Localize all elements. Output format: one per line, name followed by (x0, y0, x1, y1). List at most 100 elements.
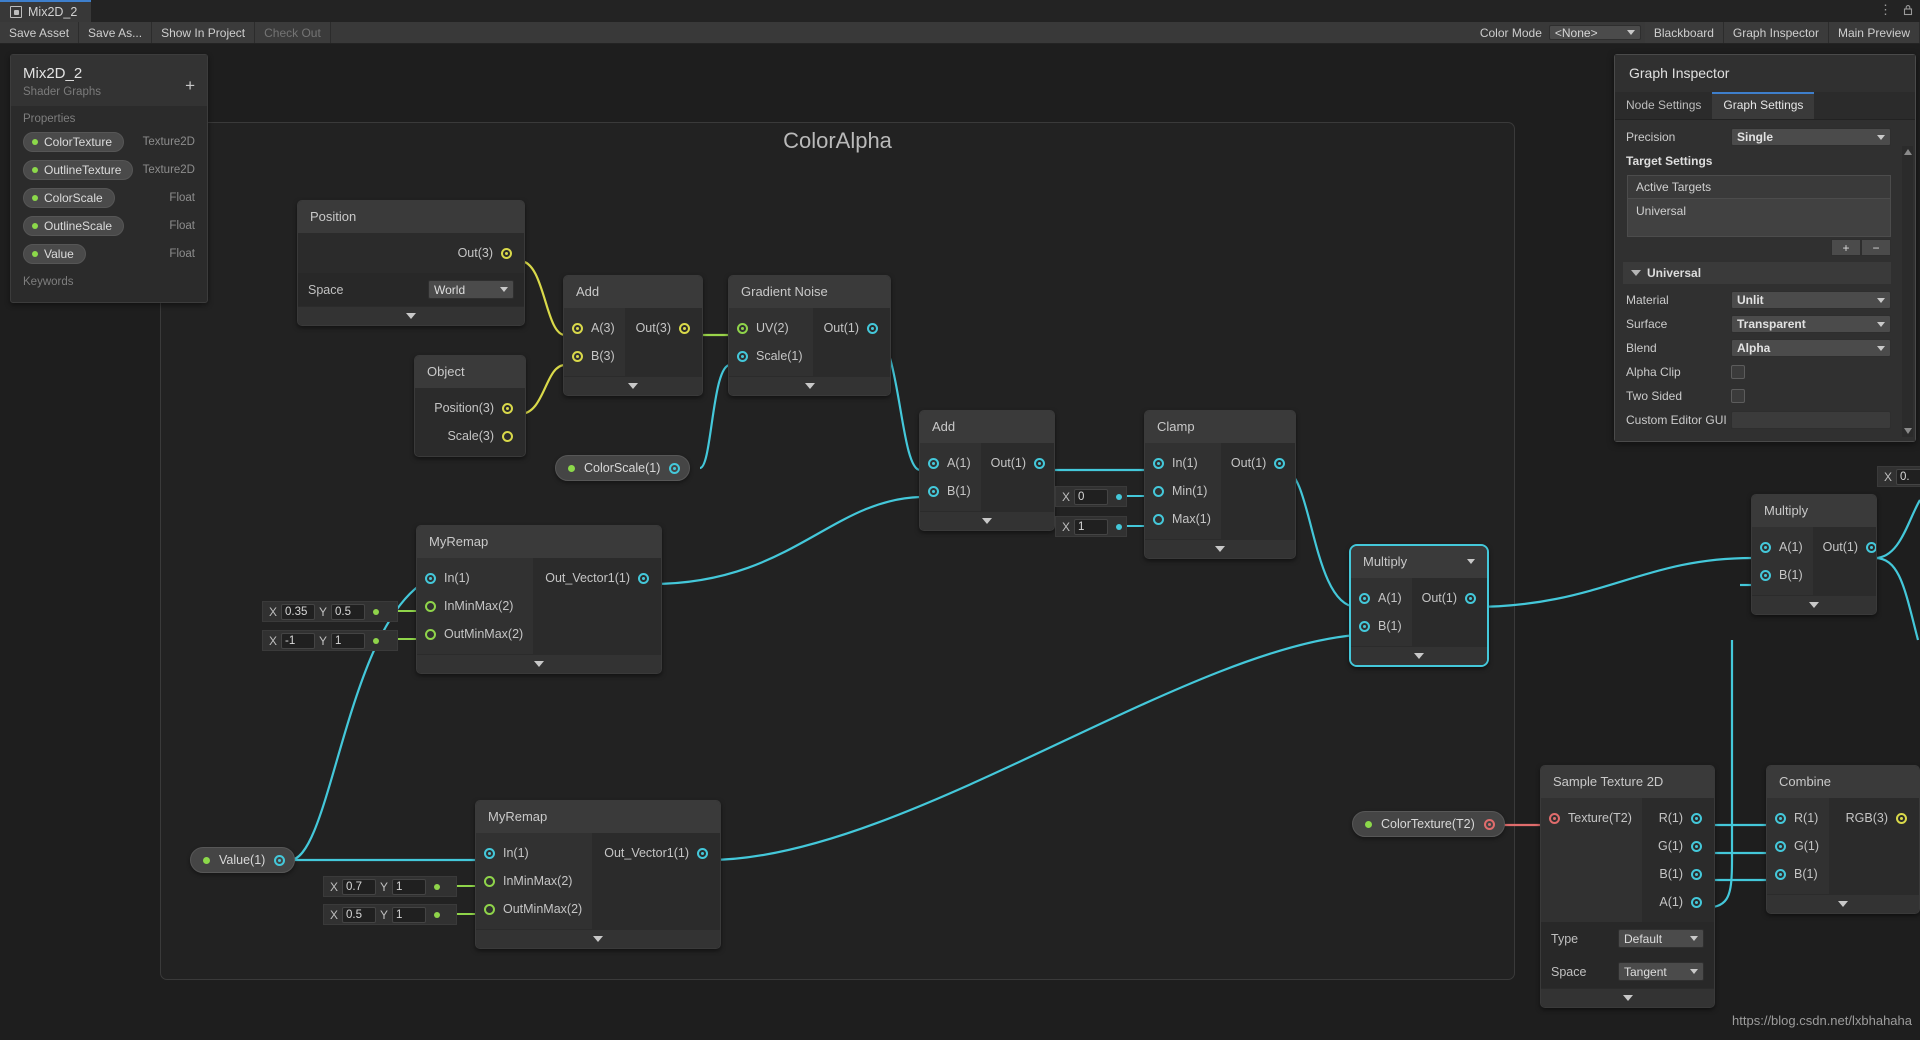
property-node-value[interactable]: Value(1) (190, 847, 296, 873)
node-multiply-center[interactable]: Multiply A(1) B(1) Out(1) (1349, 544, 1489, 667)
node-myremap-bottom[interactable]: MyRemap In(1) InMinMax(2) OutMinMax(2) O… (475, 800, 721, 949)
port-dot-icon[interactable] (1691, 868, 1702, 880)
property-pill[interactable]: OutlineTexture (23, 160, 134, 180)
space-dropdown[interactable]: World (428, 280, 514, 299)
field-port-dot-icon[interactable] (373, 637, 380, 644)
inminmax-x-input[interactable]: 0.7 (342, 878, 377, 895)
scroll-down-icon[interactable] (1903, 428, 1912, 434)
port-uv-in[interactable]: UV(2) (737, 314, 803, 342)
port-dot-icon[interactable] (501, 247, 512, 259)
inminmax-y-input[interactable]: 0.5 (331, 603, 366, 620)
port-dot-icon[interactable] (669, 462, 681, 474)
port-in[interactable]: In(1) (484, 839, 582, 867)
remove-target-button[interactable]: − (1861, 239, 1891, 256)
port-out[interactable]: Out(1) (991, 449, 1046, 477)
property-pill[interactable]: ColorTexture (23, 132, 125, 152)
node-object[interactable]: Object Position(3) Scale(3) (414, 355, 526, 457)
node-title[interactable]: Add (564, 276, 702, 308)
node-multiply-right[interactable]: Multiply A(1) B(1) Out(1) (1751, 494, 1877, 615)
port-dot-icon[interactable] (502, 402, 513, 414)
precision-dropdown[interactable]: Single (1731, 128, 1891, 146)
myremap-top-inminmax-field[interactable]: X 0.35 Y 0.5 (262, 601, 398, 622)
row-custom-editor-gui[interactable]: Custom Editor GUI (1623, 409, 1907, 431)
inspector-scrollbar[interactable] (1902, 146, 1913, 437)
blackboard-property-colortexture[interactable]: ColorTexture Texture2D (11, 130, 207, 154)
node-title[interactable]: Object (415, 356, 525, 388)
blackboard-property-colorscale[interactable]: ColorScale Float (11, 186, 207, 210)
node-expand-toggle[interactable] (564, 376, 702, 395)
port-out[interactable]: Out_Vector1(1) (602, 839, 708, 867)
port-a-in[interactable]: A(1) (1359, 584, 1402, 612)
port-dot-icon[interactable] (867, 322, 878, 334)
port-out[interactable]: Out(1) (1231, 449, 1286, 477)
port-inminmax[interactable]: InMinMax(2) (425, 592, 523, 620)
universal-foldout[interactable]: Universal (1623, 262, 1891, 284)
node-control-space[interactable]: Space World (298, 273, 524, 306)
port-texture-in[interactable]: Texture(T2) (1549, 804, 1632, 832)
node-position[interactable]: Position Out(3) Space World (297, 200, 525, 326)
port-outminmax[interactable]: OutMinMax(2) (425, 620, 523, 648)
field-port-dot-icon[interactable] (434, 883, 441, 890)
port-dot-icon[interactable] (1034, 457, 1046, 469)
two-sided-checkbox[interactable] (1731, 389, 1745, 403)
node-title[interactable]: Gradient Noise (729, 276, 890, 308)
port-dot-icon[interactable] (1359, 592, 1370, 604)
blackboard-toggle-button[interactable]: Blackboard (1644, 22, 1724, 43)
port-dot-icon[interactable] (697, 847, 708, 859)
port-dot-icon[interactable] (425, 572, 436, 584)
field-port-dot-icon[interactable] (1116, 493, 1122, 500)
port-dot-icon[interactable] (1153, 513, 1164, 525)
row-blend[interactable]: Blend Alpha (1623, 337, 1907, 359)
row-alpha-clip[interactable]: Alpha Clip (1623, 361, 1907, 383)
node-add-float[interactable]: Add A(1) B(1) Out(1) (919, 410, 1055, 531)
node-myremap-top[interactable]: MyRemap In(1) InMinMax(2) OutMinMax(2) O… (416, 525, 662, 674)
port-dot-icon[interactable] (1760, 541, 1771, 553)
surface-dropdown[interactable]: Transparent (1731, 315, 1891, 333)
graph-inspector-panel[interactable]: Graph Inspector Node Settings Graph Sett… (1614, 54, 1916, 442)
node-group-title[interactable]: ColorAlpha (160, 128, 1515, 154)
port-scale-in[interactable]: Scale(1) (737, 342, 803, 370)
port-dot-icon[interactable] (572, 350, 583, 362)
port-dot-icon[interactable] (274, 854, 286, 866)
port-g-in[interactable]: G(1) (1775, 832, 1819, 860)
node-title[interactable]: Position (298, 201, 524, 233)
port-r-in[interactable]: R(1) (1775, 804, 1819, 832)
myremap-top-outminmax-field[interactable]: X -1 Y 1 (262, 630, 398, 651)
port-a-in[interactable]: A(1) (1760, 533, 1803, 561)
port-dot-icon[interactable] (425, 600, 436, 612)
myremap-bottom-outminmax-field[interactable]: X 0.5 Y 1 (323, 904, 457, 925)
node-control-type[interactable]: Type Default (1541, 922, 1714, 955)
port-out[interactable]: Out_Vector1(1) (543, 564, 649, 592)
tab-node-settings[interactable]: Node Settings (1615, 92, 1713, 119)
port-dot-icon[interactable] (572, 322, 583, 334)
node-expand-toggle[interactable] (1351, 646, 1487, 665)
blend-dropdown[interactable]: Alpha (1731, 339, 1891, 357)
node-title[interactable]: Combine (1767, 766, 1919, 798)
blackboard-property-outlinescale[interactable]: OutlineScale Float (11, 214, 207, 238)
clamp-min-input[interactable]: 0 (1074, 488, 1109, 505)
chevron-down-icon[interactable] (1467, 559, 1475, 564)
port-b-in[interactable]: B(1) (928, 477, 971, 505)
property-node-colortexture[interactable]: ColorTexture(T2) (1352, 811, 1505, 837)
port-min-in[interactable]: Min(1) (1153, 477, 1211, 505)
active-target-universal[interactable]: Universal (1628, 199, 1890, 236)
port-max-in[interactable]: Max(1) (1153, 505, 1211, 533)
myremap-bottom-inminmax-field[interactable]: X 0.7 Y 1 (323, 876, 457, 897)
port-dot-icon[interactable] (1359, 620, 1370, 632)
node-title[interactable]: MyRemap (417, 526, 661, 558)
port-dot-icon[interactable] (1691, 812, 1702, 824)
port-out[interactable]: Out(1) (823, 314, 878, 342)
alpha-clip-checkbox[interactable] (1731, 365, 1745, 379)
save-asset-button[interactable]: Save Asset (0, 22, 80, 43)
port-dot-icon[interactable] (1760, 569, 1771, 581)
custom-editor-gui-input[interactable] (1731, 411, 1891, 429)
port-out[interactable]: Out(1) (1422, 584, 1477, 612)
port-in[interactable]: In(1) (425, 564, 523, 592)
port-outminmax[interactable]: OutMinMax(2) (484, 895, 582, 923)
port-dot-icon[interactable] (1866, 541, 1876, 553)
port-dot-icon[interactable] (1153, 485, 1164, 497)
clamp-max-field[interactable]: X 1 (1055, 516, 1127, 537)
property-pill[interactable]: OutlineScale (23, 216, 125, 236)
node-title[interactable]: Multiply (1752, 495, 1876, 527)
node-add-vector3[interactable]: Add A(3) B(3) Out(3) (563, 275, 703, 396)
